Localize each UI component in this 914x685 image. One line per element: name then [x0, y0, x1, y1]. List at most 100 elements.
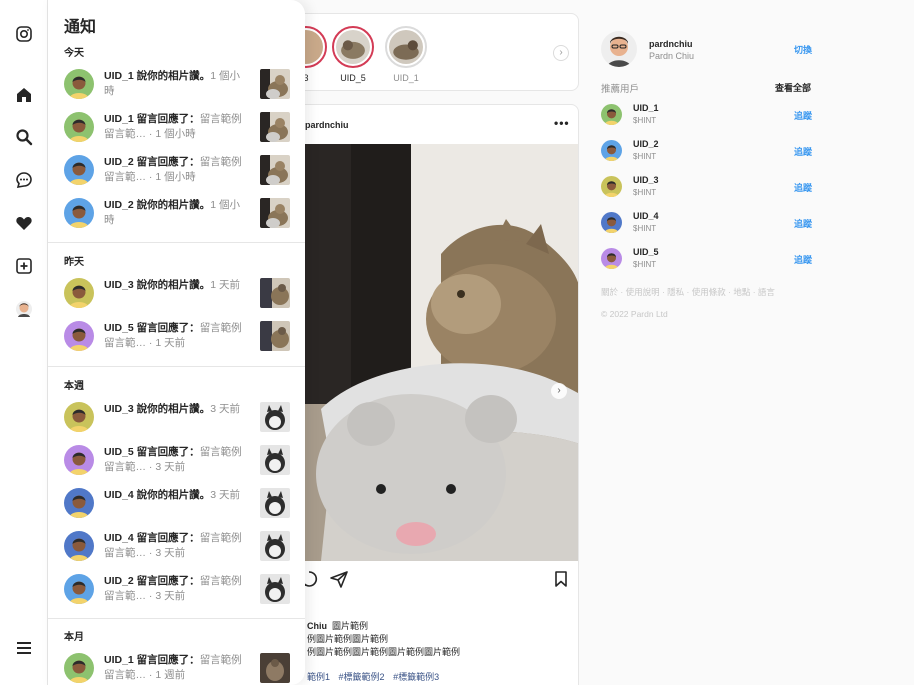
notification-item[interactable]: UID_1 說你的相片讚。1 個小時	[48, 64, 305, 107]
footer-link[interactable]: 使用說明	[626, 287, 660, 297]
user-avatar[interactable]	[64, 445, 94, 475]
post-more-button[interactable]: •••	[554, 116, 570, 130]
footer-link[interactable]: 關於	[601, 287, 618, 297]
suggested-username[interactable]: UID_1	[633, 103, 659, 113]
see-all-button[interactable]: 查看全部	[775, 81, 811, 94]
footer-link[interactable]: 隱私	[667, 287, 684, 297]
post-username[interactable]: pardnchiu	[305, 120, 349, 130]
user-avatar[interactable]	[64, 321, 94, 351]
user-avatar[interactable]	[64, 574, 94, 604]
switch-account-button[interactable]: 切換	[794, 43, 812, 56]
image-next-button[interactable]: ›	[551, 383, 567, 399]
notification-item[interactable]: UID_2 留言回應了：留言範例留言範… · 3 天前	[48, 569, 305, 612]
profile-avatar[interactable]	[12, 297, 36, 321]
stories-next-button[interactable]: ›	[553, 45, 569, 61]
notification-user[interactable]: UID_3 說你的相片讚。	[104, 403, 210, 415]
user-avatar[interactable]	[64, 198, 94, 228]
notification-text: UID_2 說你的相片讚。1 個小時	[104, 198, 246, 227]
footer-link[interactable]: 地點	[733, 287, 750, 297]
post-thumbnail[interactable]	[260, 574, 290, 604]
user-avatar[interactable]	[601, 212, 622, 233]
notification-item[interactable]: UID_5 留言回應了：留言範例留言範… · 3 天前	[48, 440, 305, 483]
bookmark-icon[interactable]	[551, 569, 571, 589]
post-thumbnail[interactable]	[260, 653, 290, 683]
post-thumbnail[interactable]	[260, 402, 290, 432]
hashtag-link[interactable]: #標籤範例2	[339, 672, 385, 682]
notification-user[interactable]: UID_1 留言回應了：	[104, 654, 200, 666]
notification-item[interactable]: UID_2 說你的相片讚。1 個小時	[48, 193, 305, 236]
notification-user[interactable]: UID_1 留言回應了：	[104, 113, 200, 125]
user-avatar[interactable]	[64, 278, 94, 308]
hashtag-link[interactable]: 範例1	[307, 672, 330, 682]
user-avatar[interactable]	[601, 140, 622, 161]
menu-icon[interactable]	[12, 636, 36, 660]
notification-user[interactable]: UID_4 留言回應了：	[104, 532, 200, 544]
user-avatar[interactable]	[601, 248, 622, 269]
notification-item[interactable]: UID_1 留言回應了：留言範例留言範… · 1 個小時	[48, 107, 305, 150]
user-avatar[interactable]	[64, 653, 94, 683]
post-thumbnail[interactable]	[260, 198, 290, 228]
notification-item[interactable]: UID_2 留言回應了：留言範例留言範… · 1 個小時	[48, 150, 305, 193]
follow-button[interactable]: 追蹤	[794, 181, 812, 194]
current-username[interactable]: pardnchiu	[649, 39, 693, 49]
post-thumbnail[interactable]	[260, 112, 290, 142]
post-thumbnail[interactable]	[260, 445, 290, 475]
notification-item[interactable]: UID_4 說你的相片讚。3 天前	[48, 483, 305, 526]
follow-button[interactable]: 追蹤	[794, 217, 812, 230]
footer-link[interactable]: 使用條款	[692, 287, 726, 297]
user-avatar[interactable]	[64, 531, 94, 561]
suggested-username[interactable]: UID_2	[633, 139, 659, 149]
suggested-username[interactable]: UID_4	[633, 211, 659, 221]
caption-user[interactable]: Chiu	[307, 621, 327, 631]
suggested-username[interactable]: UID_3	[633, 175, 659, 185]
notification-user[interactable]: UID_2 留言回應了：	[104, 575, 200, 587]
user-avatar[interactable]	[64, 69, 94, 99]
user-avatar[interactable]	[64, 402, 94, 432]
follow-button[interactable]: 追蹤	[794, 145, 812, 158]
post-thumbnail[interactable]	[260, 278, 290, 308]
footer-link[interactable]: 語言	[758, 287, 775, 297]
section-heading: 昨天	[64, 257, 84, 268]
notification-user[interactable]: UID_2 留言回應了：	[104, 156, 200, 168]
search-icon[interactable]	[12, 125, 36, 149]
post-thumbnail[interactable]	[260, 321, 290, 351]
post-thumbnail[interactable]	[260, 69, 290, 99]
follow-button[interactable]: 追蹤	[794, 109, 812, 122]
heart-icon[interactable]	[12, 211, 36, 235]
new-post-icon[interactable]	[12, 254, 36, 278]
home-icon[interactable]	[12, 83, 36, 107]
notification-item[interactable]: UID_3 說你的相片讚。1 天前	[48, 273, 305, 316]
notification-user[interactable]: UID_2 說你的相片讚。	[104, 199, 210, 211]
notification-item[interactable]: UID_3 說你的相片讚。3 天前	[48, 397, 305, 440]
suggested-hint: $HINT	[633, 260, 657, 269]
story-item[interactable]	[332, 26, 374, 68]
post-thumbnail[interactable]	[260, 488, 290, 518]
user-avatar[interactable]	[601, 104, 622, 125]
current-fullname: Pardn Chiu	[649, 51, 695, 61]
hashtag-link[interactable]: #標籤範例3	[393, 672, 439, 682]
notification-text: UID_4 說你的相片讚。3 天前	[104, 488, 246, 503]
current-user-avatar[interactable]	[601, 31, 637, 67]
post-thumbnail[interactable]	[260, 531, 290, 561]
notification-text: UID_2 留言回應了：留言範例留言範… · 3 天前	[104, 574, 246, 603]
user-avatar[interactable]	[64, 488, 94, 518]
user-avatar[interactable]	[601, 176, 622, 197]
notification-item[interactable]: UID_1 留言回應了：留言範例留言範… · 1 週前	[48, 648, 305, 685]
notification-user[interactable]: UID_3 說你的相片讚。	[104, 279, 210, 291]
notification-item[interactable]: UID_5 留言回應了：留言範例留言範… · 1 天前	[48, 316, 305, 359]
messages-icon[interactable]	[12, 168, 36, 192]
post-image[interactable]: ›	[291, 144, 578, 561]
notification-user[interactable]: UID_5 留言回應了：	[104, 322, 200, 334]
post-thumbnail[interactable]	[260, 155, 290, 185]
notification-user[interactable]: UID_5 留言回應了：	[104, 446, 200, 458]
user-avatar[interactable]	[64, 112, 94, 142]
user-avatar[interactable]	[64, 155, 94, 185]
follow-button[interactable]: 追蹤	[794, 253, 812, 266]
notification-user[interactable]: UID_4 說你的相片讚。	[104, 489, 210, 501]
share-icon[interactable]	[329, 569, 349, 589]
notification-item[interactable]: UID_4 留言回應了：留言範例留言範… · 3 天前	[48, 526, 305, 569]
instagram-icon[interactable]	[12, 22, 36, 46]
suggested-username[interactable]: UID_5	[633, 247, 659, 257]
notification-user[interactable]: UID_1 說你的相片讚。	[104, 70, 210, 82]
story-item[interactable]	[385, 26, 427, 68]
